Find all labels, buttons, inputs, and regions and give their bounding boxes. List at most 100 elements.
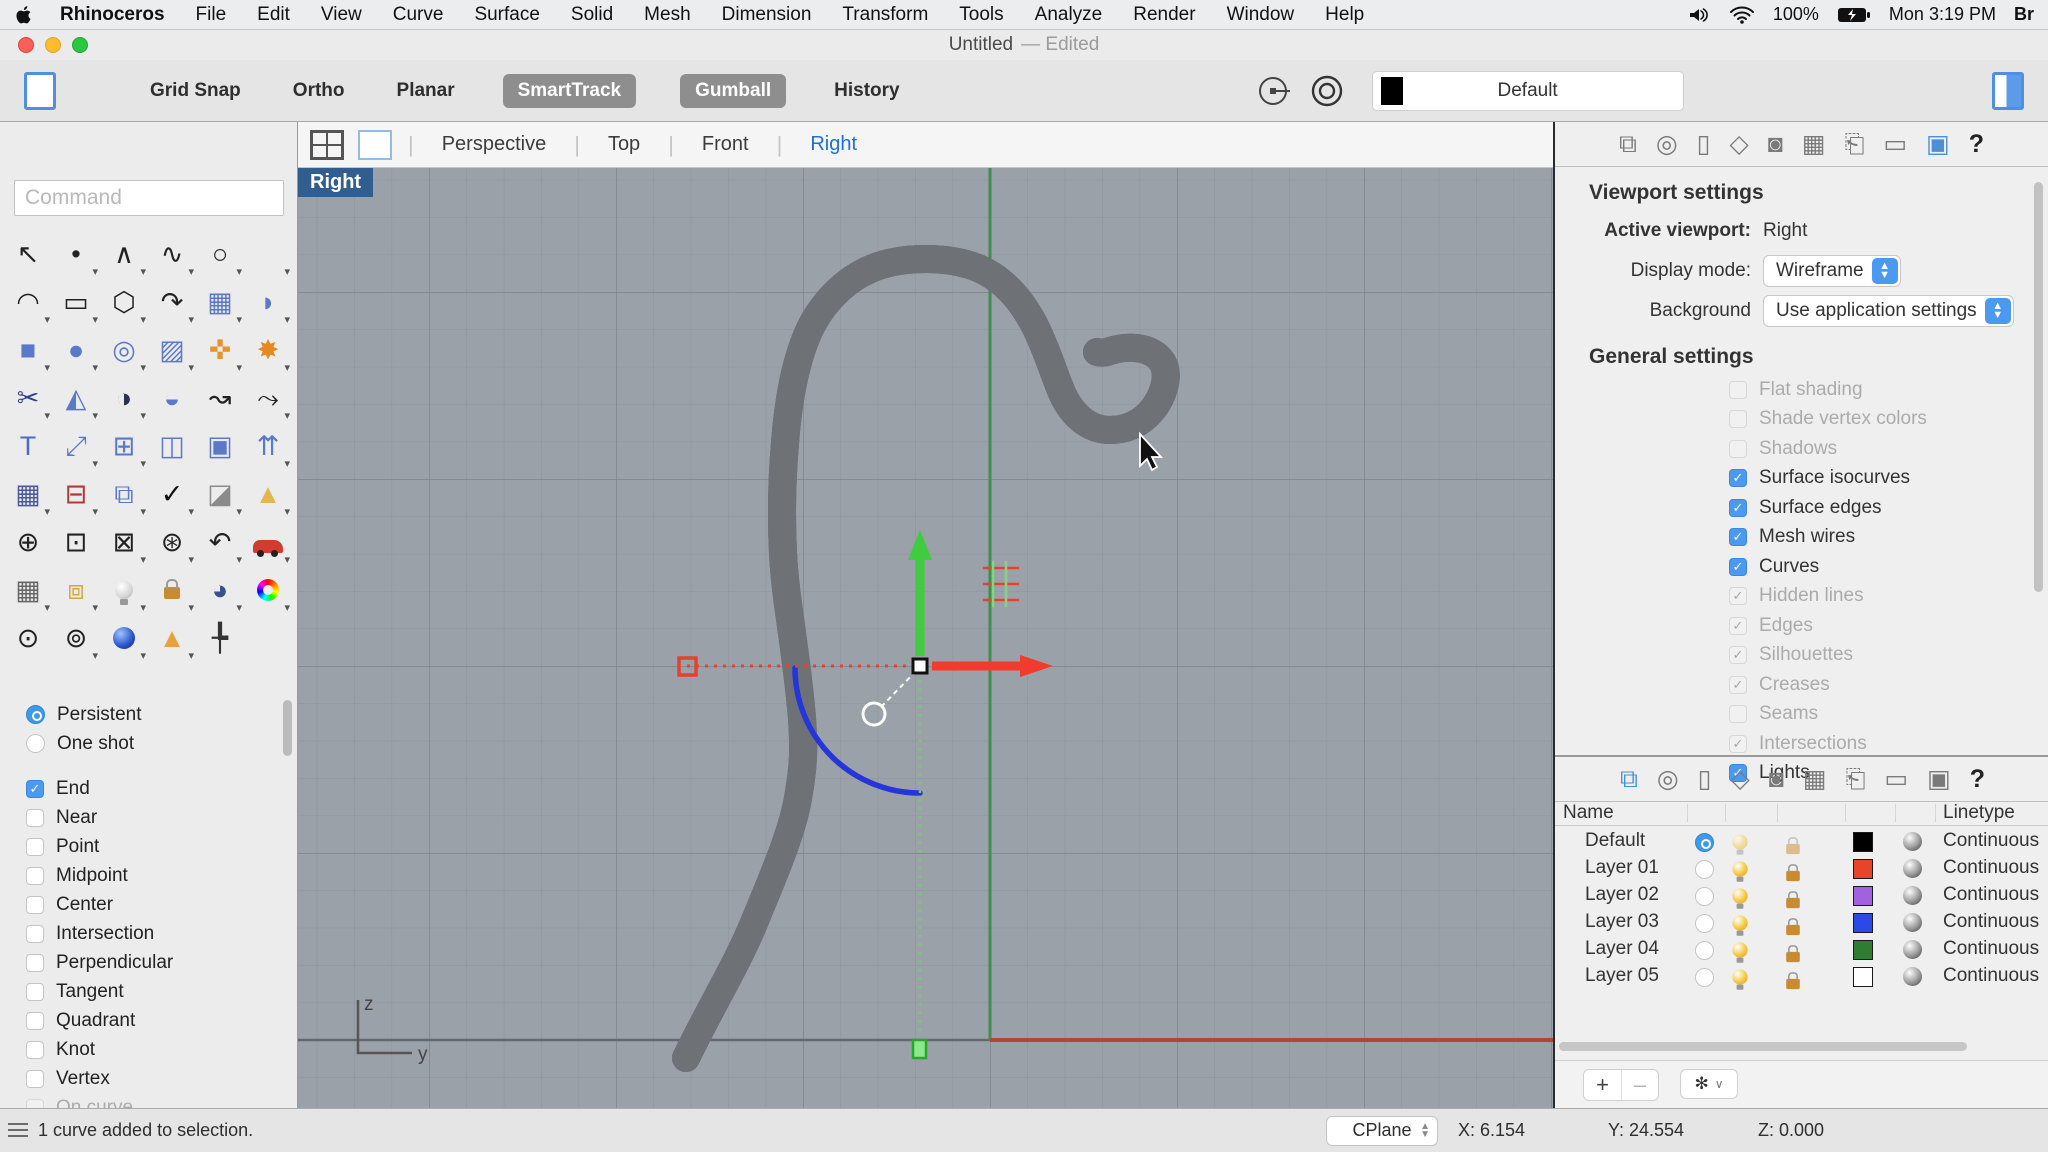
freeform-curve-tool[interactable]: ∿ — [148, 230, 196, 278]
sphere-grid-tool[interactable]: ⊚ — [52, 614, 100, 662]
layers-icon[interactable]: ⧉ — [1620, 765, 1638, 794]
menu-item-file[interactable]: File — [196, 4, 227, 26]
minimize-button[interactable] — [45, 37, 61, 53]
light-tool[interactable] — [100, 566, 148, 614]
text-tool[interactable]: T — [4, 422, 52, 470]
undo-view-tool[interactable]: ↶ — [196, 518, 244, 566]
cplane-tool[interactable]: ▦ — [4, 566, 52, 614]
commands-icon[interactable]: ⎗ — [1844, 130, 1864, 159]
setting-silhouettes[interactable]: ✓Silhouettes — [1729, 641, 2048, 671]
menu-item-render[interactable]: Render — [1133, 4, 1195, 26]
setting-edges[interactable]: ✓Edges — [1729, 611, 2048, 641]
display-icon[interactable]: ▣ — [1927, 764, 1951, 794]
layer-material-sphere[interactable] — [1903, 859, 1922, 878]
checkbox[interactable]: ✓ — [1729, 735, 1747, 753]
layer-material-sphere[interactable] — [1903, 886, 1922, 905]
setting-creases[interactable]: ✓Creases — [1729, 670, 2048, 700]
layer-material-sphere[interactable] — [1903, 832, 1922, 851]
block-structure-tool[interactable]: ╄ — [196, 614, 244, 662]
pyramid-tool[interactable]: ▲ — [244, 470, 292, 518]
menu-item-help[interactable]: Help — [1325, 4, 1364, 26]
layer-material-sphere[interactable] — [1903, 940, 1922, 959]
checkbox[interactable]: ✓ — [1729, 558, 1747, 576]
checkbox[interactable]: ✓ — [26, 780, 44, 798]
layer-linetype[interactable]: Continuous — [1943, 938, 2039, 960]
close-button[interactable] — [18, 37, 34, 53]
zoom-selected-tool[interactable]: ⊛ — [148, 518, 196, 566]
properties-icon[interactable]: ◎ — [1657, 764, 1679, 794]
setting-hidden-lines[interactable]: ✓Hidden lines — [1729, 582, 2048, 612]
radio-unselected[interactable] — [26, 734, 45, 753]
layer-linetype[interactable]: Continuous — [1943, 911, 2039, 933]
boolean-difference-tool[interactable]: ◒ — [148, 374, 196, 422]
check-selection-tool[interactable]: ✓ — [148, 470, 196, 518]
layer-color-swatch[interactable] — [1853, 859, 1873, 879]
layer-color-swatch[interactable] — [1853, 967, 1873, 987]
layer-row-layer-04[interactable]: Layer 04Continuous — [1555, 937, 2048, 964]
menu-app-name[interactable]: Rhinoceros — [60, 4, 165, 26]
checkbox[interactable] — [1729, 381, 1747, 399]
analyze-pie-tool[interactable]: ◕ — [196, 566, 244, 614]
edit-points-tool[interactable]: ↝ — [196, 374, 244, 422]
layer-color-swatch[interactable] — [1853, 832, 1873, 852]
checkbox[interactable] — [1729, 705, 1747, 723]
lock-tool[interactable] — [148, 566, 196, 614]
checkbox[interactable]: ✓ — [1729, 617, 1747, 635]
layer-linetype[interactable]: Continuous — [1943, 965, 2039, 987]
menu-item-tools[interactable]: Tools — [959, 4, 1003, 26]
layer-linetype[interactable]: Continuous — [1943, 857, 2039, 879]
cplane-combo[interactable]: CPlane ▲▼ — [1326, 1116, 1438, 1146]
checkbox[interactable] — [26, 925, 44, 943]
setting-seams[interactable]: Seams — [1729, 700, 2048, 730]
layer-linetype[interactable]: Continuous — [1943, 884, 2039, 906]
extend-curve-tool[interactable]: ⤳ — [244, 374, 292, 422]
menu-item-surface[interactable]: Surface — [474, 4, 539, 26]
box-tool[interactable]: ■ — [4, 326, 52, 374]
layer-visible-bulb-icon[interactable] — [1732, 888, 1747, 903]
frame-icon[interactable]: ▭ — [1884, 764, 1908, 794]
surface-from-points-tool[interactable]: ▦ — [196, 278, 244, 326]
checkbox[interactable] — [26, 838, 44, 856]
explode-tool[interactable]: ✸ — [244, 326, 292, 374]
menu-user[interactable]: Br — [2014, 4, 2034, 25]
current-layer-combo[interactable]: Default — [1372, 71, 1684, 111]
grid-icon[interactable]: ▦ — [1803, 764, 1827, 794]
osnap-on-curve[interactable]: On curve — [26, 1093, 276, 1108]
render-sphere-tool[interactable] — [100, 614, 148, 662]
scale-tool[interactable]: ⤢ — [52, 422, 100, 470]
layer-row-layer-03[interactable]: Layer 03Continuous — [1555, 910, 2048, 937]
checkbox[interactable] — [26, 1099, 44, 1109]
layer-lock-icon[interactable] — [1786, 952, 1800, 962]
toggle-history[interactable]: History — [830, 74, 903, 108]
osnap-perpendicular[interactable]: Perpendicular — [26, 948, 276, 977]
radio-selected[interactable] — [26, 705, 45, 724]
osnap-scrollbar[interactable] — [283, 700, 292, 756]
left-sidebar-toggle-icon[interactable] — [24, 72, 56, 110]
checkbox[interactable]: ✓ — [1729, 469, 1747, 487]
arc-tool[interactable]: ◠ — [4, 278, 52, 326]
menu-item-edit[interactable]: Edit — [257, 4, 290, 26]
notes-icon[interactable]: ▯ — [1697, 129, 1711, 159]
bend-surface-tool[interactable]: ◗ — [244, 278, 292, 326]
menu-clock[interactable]: Mon 3:19 PM — [1889, 4, 1996, 25]
menu-item-solid[interactable]: Solid — [571, 4, 613, 26]
checkbox[interactable] — [26, 896, 44, 914]
layer-row-layer-02[interactable]: Layer 02Continuous — [1555, 883, 2048, 910]
layer-visible-bulb-icon[interactable] — [1732, 942, 1747, 957]
command-input[interactable] — [14, 180, 284, 216]
sphere-tool[interactable]: ● — [52, 326, 100, 374]
toggle-planar[interactable]: Planar — [393, 74, 459, 108]
layer-lock-icon[interactable] — [1786, 979, 1800, 989]
materials-icon[interactable]: ◇ — [1730, 764, 1749, 794]
wifi-icon[interactable] — [1729, 5, 1755, 25]
layers-hscrollbar[interactable] — [1559, 1042, 1967, 1051]
checkbox[interactable] — [1729, 410, 1747, 428]
cage-edit-tool[interactable]: ▣ — [196, 422, 244, 470]
checkbox[interactable] — [26, 954, 44, 972]
layer-lock-icon[interactable] — [1786, 844, 1800, 854]
setting-surface-isocurves[interactable]: ✓Surface isocurves — [1729, 464, 2048, 494]
tab-right[interactable]: Right — [782, 133, 885, 156]
layer-color-swatch[interactable] — [1853, 940, 1873, 960]
setting-flat-shading[interactable]: Flat shading — [1729, 375, 2048, 405]
cplane-widget-icon[interactable] — [1256, 72, 1294, 110]
